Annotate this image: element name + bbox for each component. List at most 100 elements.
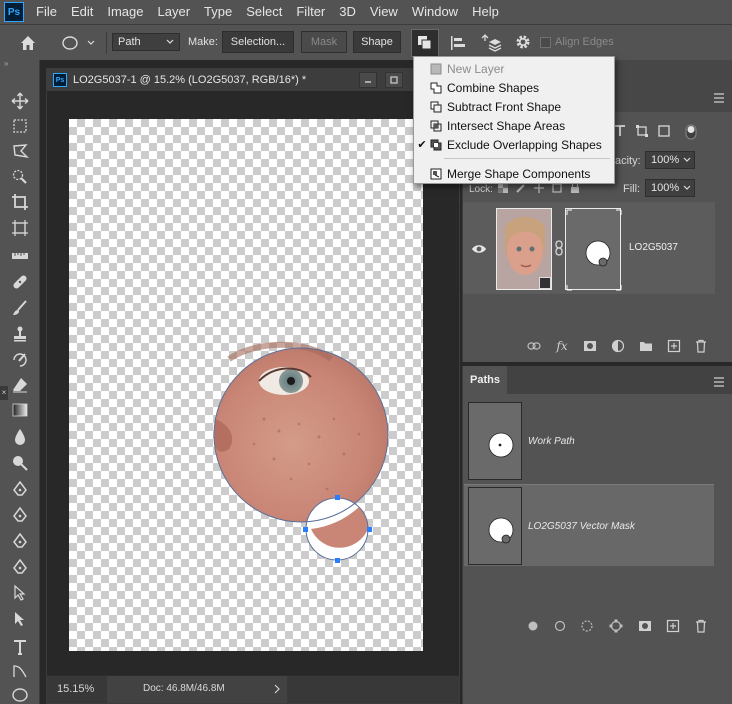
menu-type[interactable]: Type [198,0,240,24]
move-tool-icon[interactable] [8,90,32,112]
path-row-vector-mask[interactable]: LO2G5037 Vector Mask [464,484,714,566]
layer-row[interactable]: LO2G5037 [463,202,715,294]
smart-object-filter-icon[interactable] [657,124,671,141]
menu-item-label: Merge Shape Components [447,166,591,181]
path-arrangement-icon[interactable] [480,33,502,53]
dodge-tool-icon[interactable] [8,452,32,474]
panel-menu-icon[interactable] [713,92,725,106]
history-brush-tool-icon[interactable] [8,349,32,371]
lock-icons [497,182,607,196]
path-operations-button[interactable] [411,29,439,57]
menu-item-intersect-shape-areas[interactable]: Intersect Shape Areas [414,116,614,135]
type-tool-icon[interactable] [8,636,32,658]
gear-icon[interactable] [514,33,532,51]
blur-tool-icon[interactable] [8,426,32,448]
quick-selection-tool-icon[interactable] [8,166,32,188]
fill-path-icon[interactable] [527,620,539,632]
menu-item-exclude-overlapping-shapes[interactable]: ✔ Exclude Overlapping Shapes [414,135,614,154]
fx-icon[interactable]: fx [555,339,569,353]
path-tool-icon[interactable] [8,660,32,682]
menu-window[interactable]: Window [406,0,466,24]
menu-help[interactable]: Help [466,0,507,24]
menu-file[interactable]: File [30,0,65,24]
doc-info-field[interactable]: Doc: 46.8M/46.8M [107,676,287,703]
trash-icon[interactable] [695,619,707,633]
panel-menu-icon[interactable] [713,376,725,390]
eye-icon[interactable] [471,243,487,258]
shape-layer-filter-icon[interactable] [635,124,649,141]
make-shape-button[interactable]: Shape [353,31,401,53]
maximize-icon[interactable] [385,72,403,88]
frame-tool-icon[interactable] [8,217,32,239]
layer-name[interactable]: LO2G5037 [629,242,678,253]
adjustment-layer-icon[interactable] [611,339,625,353]
ellipse-tool-icon[interactable] [8,684,32,704]
tab-paths[interactable]: Paths [463,366,507,394]
menu-bar: Ps File Edit Image Layer Type Select Fil… [0,0,732,24]
healing-brush-tool-icon[interactable] [8,271,32,293]
home-icon[interactable] [18,33,38,53]
path-alignment-icon[interactable] [448,33,468,53]
gradient-tool-icon[interactable] [8,399,32,421]
ruler-tool-icon[interactable] [8,245,32,267]
menu-item-label: Subtract Front Shape [447,99,562,114]
marquee-tool-icon[interactable] [8,115,32,137]
menu-select[interactable]: Select [240,0,290,24]
freeform-pen-tool-icon[interactable] [8,504,32,526]
add-mask-icon[interactable] [583,340,597,352]
crop-tool-icon[interactable] [8,191,32,213]
menu-item-merge-shape-components[interactable]: Merge Shape Components [414,164,614,183]
add-anchor-point-tool-icon[interactable] [8,556,32,578]
pen-tool-icon[interactable] [8,478,32,500]
lasso-tool-icon[interactable] [8,140,32,162]
toolbar-collapse-icon[interactable]: » [0,60,40,68]
menu-3d[interactable]: 3D [333,0,364,24]
link-layers-icon[interactable] [527,341,541,351]
menu-item-combine-shapes[interactable]: Combine Shapes [414,78,614,97]
align-edges-checkbox[interactable] [540,37,551,48]
opacity-field[interactable]: 100% [645,151,695,169]
document-title-bar[interactable]: Ps LO2G5037-1 @ 15.2% (LO2G5037, RGB/16*… [47,69,459,91]
chevron-right-icon[interactable] [273,682,281,699]
panel-close-icon[interactable]: × [0,386,8,400]
menu-layer[interactable]: Layer [152,0,199,24]
eraser-tool-icon[interactable] [8,374,32,396]
make-mask-button[interactable]: Mask [301,31,347,53]
zoom-level[interactable]: 15.15% [57,683,94,695]
folder-icon[interactable] [639,340,653,352]
menu-item-new-layer[interactable]: New Layer [414,59,614,78]
image-canvas[interactable] [69,119,423,651]
path-selection-tool-icon[interactable] [8,582,32,604]
menu-filter[interactable]: Filter [290,0,333,24]
trash-icon[interactable] [695,339,707,353]
intersect-shape-areas-icon [430,120,442,132]
new-path-icon[interactable] [666,619,680,633]
fill-field[interactable]: 100% [645,179,695,197]
make-selection-button[interactable]: Selection... [222,31,294,53]
load-selection-icon[interactable] [580,619,594,633]
type-layer-filter-icon[interactable] [613,124,627,141]
menu-item-label: New Layer [447,61,505,76]
make-work-path-icon[interactable] [609,619,623,633]
add-mask-icon[interactable] [638,620,652,632]
menu-image[interactable]: Image [101,0,151,24]
clone-stamp-tool-icon[interactable] [8,323,32,345]
menu-view[interactable]: View [364,0,406,24]
vector-mask-thumbnail[interactable] [565,208,622,291]
brush-tool-icon[interactable] [8,297,32,319]
stroke-path-icon[interactable] [554,620,566,632]
path-label: LO2G5037 Vector Mask [528,521,635,532]
minimize-icon[interactable] [359,72,377,88]
curvature-pen-tool-icon[interactable] [8,530,32,552]
ellipse-tool-preset-picker[interactable] [60,34,100,52]
path-row-work-path[interactable]: Work Path [464,400,714,482]
fill-value: 100% [651,182,680,194]
new-layer-icon[interactable] [667,339,681,353]
link-icon[interactable] [554,240,564,259]
menu-edit[interactable]: Edit [65,0,101,24]
filter-toggle-icon[interactable] [685,124,697,143]
direct-selection-tool-icon[interactable] [8,608,32,630]
menu-item-label: Intersect Shape Areas [447,118,566,133]
tool-mode-select[interactable]: Path [112,33,180,51]
menu-item-subtract-front-shape[interactable]: Subtract Front Shape [414,97,614,116]
